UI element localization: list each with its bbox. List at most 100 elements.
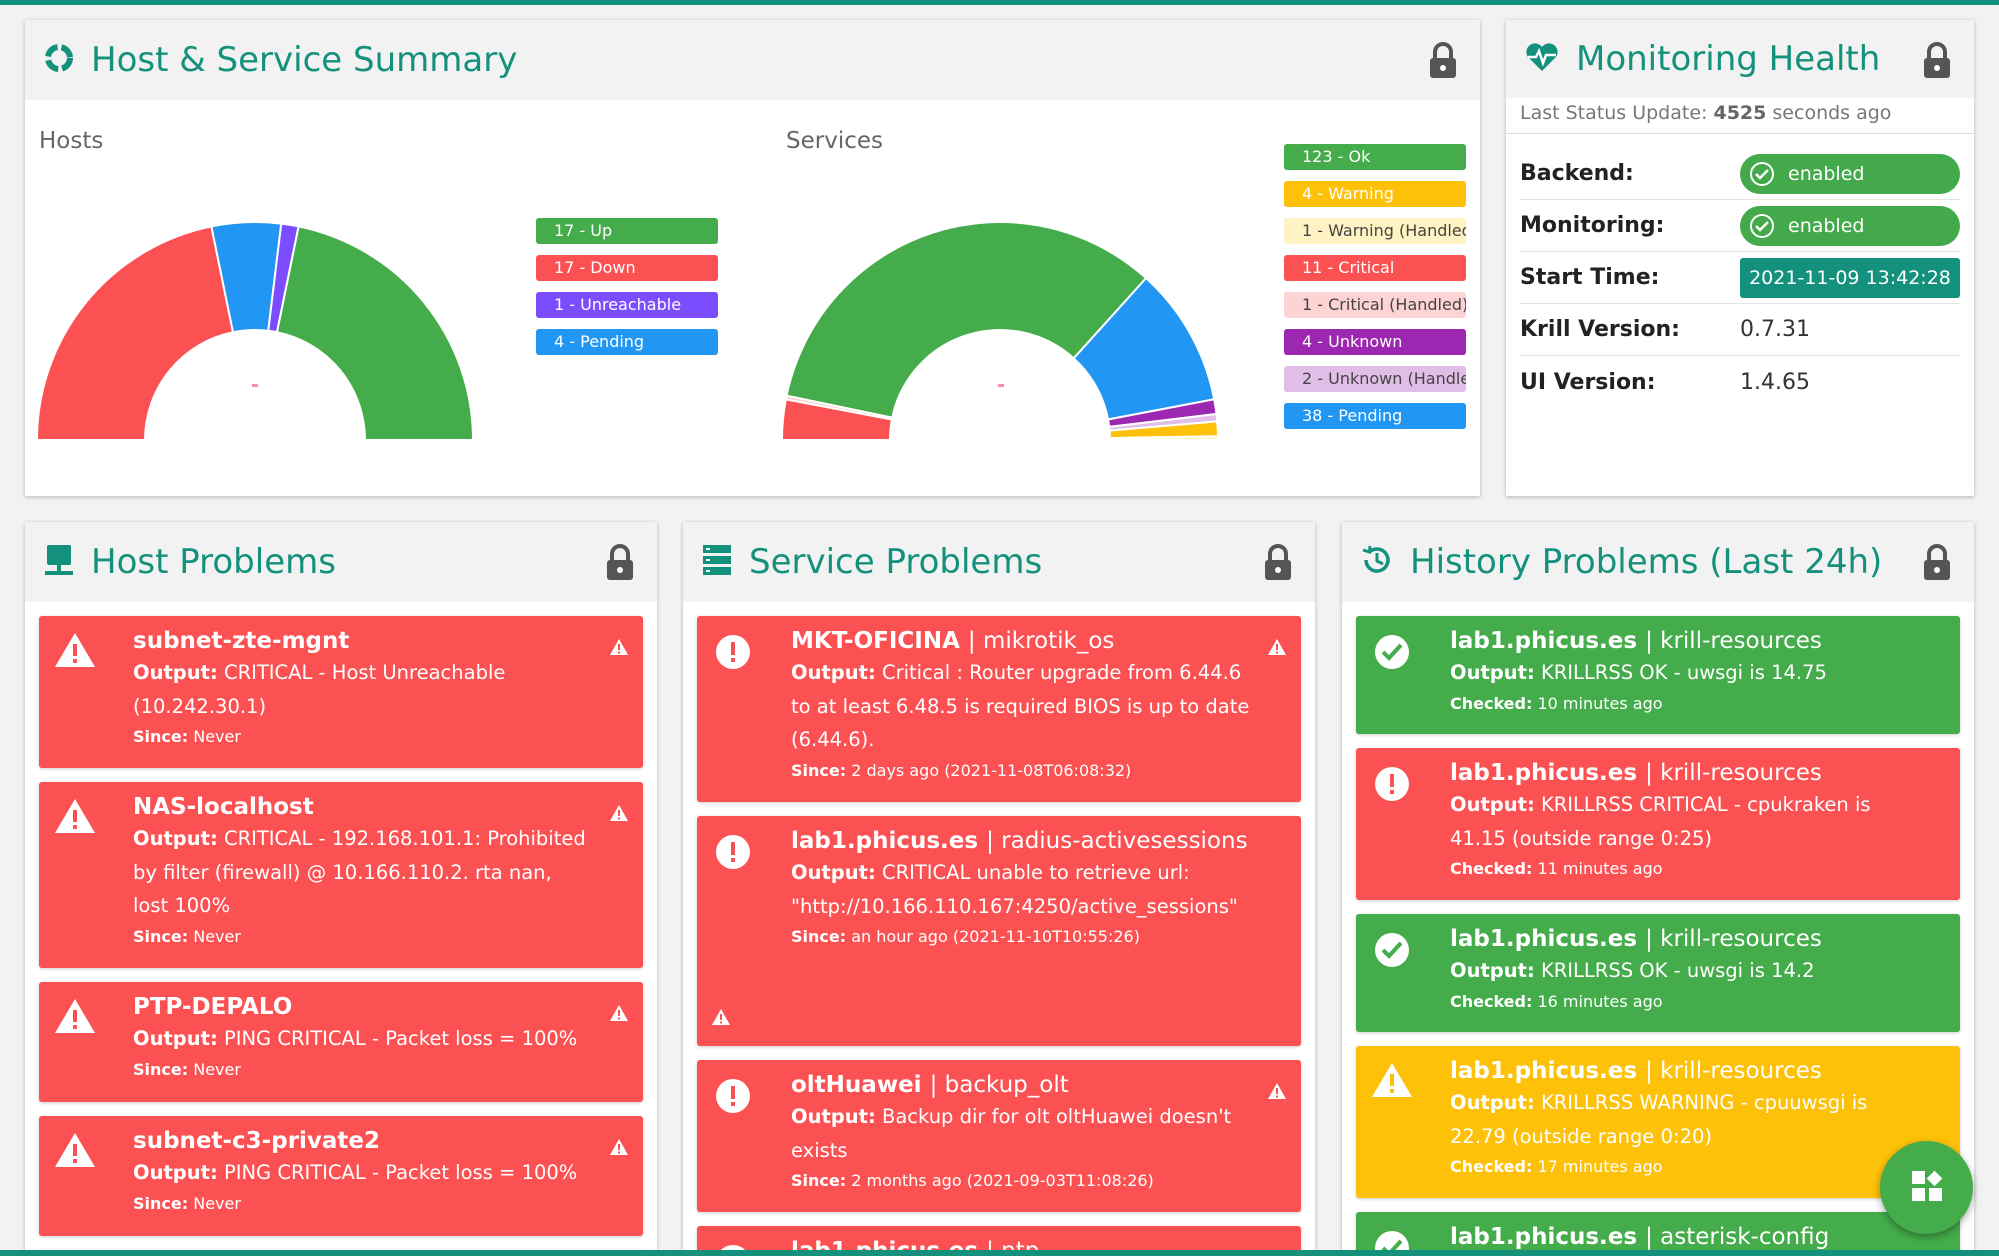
host-problems-panel: Host Problems subnet-zte-mgnt Output: CR… bbox=[25, 522, 657, 1256]
host-problem-card[interactable]: subnet-c3-private2 Output: PING CRITICAL… bbox=[39, 1116, 643, 1236]
legend-item[interactable]: 11 - Critical bbox=[1284, 255, 1466, 281]
problem-since: Since: Never bbox=[133, 727, 241, 746]
service-problems-panel: Service Problems MKT-OFICINA | mikrotik_… bbox=[683, 522, 1315, 1256]
bottom-accent-bar bbox=[0, 1250, 1999, 1256]
health-row-krill-version: Krill Version: 0.7.31 bbox=[1520, 304, 1960, 356]
chart-slice-17-down[interactable] bbox=[35, 225, 235, 441]
legend-item[interactable]: 17 - Up bbox=[536, 218, 718, 244]
problem-checked: Checked: 16 minutes ago bbox=[1450, 991, 1663, 1011]
problem-output: Output: KRILLRSS WARNING - cpuuwsgi is 2… bbox=[1450, 1091, 1868, 1148]
service-problem-card[interactable]: lab1.phicus.es | radius-activesessions O… bbox=[697, 816, 1301, 1046]
health-key: Backend: bbox=[1520, 161, 1634, 186]
problem-output: Output: KRILLRSS OK - uwsgi is 14.2 bbox=[1450, 959, 1815, 982]
lock-icon[interactable] bbox=[605, 544, 635, 586]
status-badge: enabled bbox=[1740, 153, 1960, 194]
health-row-backend: Backend: enabled bbox=[1520, 148, 1960, 200]
health-row-monitoring: Monitoring: enabled bbox=[1520, 200, 1960, 252]
host-problem-card[interactable]: NAS-localhost Output: CRITICAL - 192.168… bbox=[39, 782, 643, 968]
problem-output: Output: Backup dir for olt oltHuawei doe… bbox=[791, 1105, 1232, 1162]
service-name[interactable]: MKT-OFICINA | mikrotik_os bbox=[791, 626, 1251, 656]
health-key: Krill Version: bbox=[1520, 317, 1680, 342]
legend-item[interactable]: 4 - Warning bbox=[1284, 181, 1466, 207]
alert-circle-icon bbox=[711, 830, 755, 878]
service-problems-header: Service Problems bbox=[683, 522, 1315, 602]
service-name[interactable]: lab1.phicus.es | krill-resources bbox=[1450, 1056, 1910, 1086]
lock-icon[interactable] bbox=[1922, 544, 1952, 586]
service-name[interactable]: lab1.phicus.es | krill-resources bbox=[1450, 924, 1910, 954]
server-stack-icon bbox=[701, 543, 733, 581]
service-name[interactable]: oltHuawei | backup_olt bbox=[791, 1070, 1251, 1100]
health-value: 0.7.31 bbox=[1740, 317, 1810, 342]
health-value: 1.4.65 bbox=[1740, 369, 1810, 395]
chart-ring-icon bbox=[43, 42, 75, 78]
problem-since: Since: Never bbox=[133, 926, 241, 946]
legend-item[interactable]: 4 - Pending bbox=[536, 329, 718, 355]
panel-title: Monitoring Health bbox=[1576, 39, 1881, 79]
host-name[interactable]: subnet-c3-private2 bbox=[133, 1126, 593, 1156]
legend-item[interactable]: 1 - Critical (Handled) bbox=[1284, 292, 1466, 318]
panel-title: History Problems (Last 24h) bbox=[1410, 542, 1883, 582]
health-row-ui-version: UI Version: 1.4.65 bbox=[1520, 356, 1960, 408]
small-warning-icon bbox=[609, 804, 629, 826]
host-problems-header: Host Problems bbox=[25, 522, 657, 602]
health-key: Monitoring: bbox=[1520, 213, 1665, 238]
history-card-critical[interactable]: lab1.phicus.es | krill-resources Output:… bbox=[1356, 748, 1960, 900]
health-key: UI Version: bbox=[1520, 369, 1656, 395]
legend-item[interactable]: 1 - Unreachable bbox=[536, 292, 718, 318]
history-problems-panel: History Problems (Last 24h) lab1.phicus.… bbox=[1342, 522, 1974, 1256]
hosts-donut-chart bbox=[35, 221, 475, 441]
health-row-start-time: Start Time: 2021-11-09 13:42:28 bbox=[1520, 252, 1960, 304]
service-name[interactable]: lab1.phicus.es | krill-resources bbox=[1450, 758, 1910, 788]
heartbeat-icon bbox=[1524, 41, 1560, 77]
monitor-icon bbox=[43, 543, 75, 581]
lock-icon[interactable] bbox=[1263, 544, 1293, 586]
check-circle-icon bbox=[1370, 928, 1414, 976]
alert-circle-icon bbox=[1370, 762, 1414, 810]
legend-item[interactable]: 4 - Unknown bbox=[1284, 329, 1466, 355]
problem-output: Output: CRITICAL unable to retrieve url:… bbox=[791, 861, 1238, 918]
widgets-fab-button[interactable] bbox=[1880, 1141, 1973, 1234]
host-problem-card[interactable]: subnet-zte-mgnt Output: CRITICAL - Host … bbox=[39, 616, 643, 768]
chart-slice-123-ok[interactable] bbox=[785, 221, 1148, 419]
problem-checked: Checked: 17 minutes ago bbox=[1450, 1157, 1663, 1176]
host-name[interactable]: PTP-DEPALO bbox=[133, 992, 593, 1022]
warning-icon bbox=[53, 796, 97, 840]
history-icon bbox=[1360, 543, 1394, 581]
service-problem-card[interactable]: MKT-OFICINA | mikrotik_os Output: Critic… bbox=[697, 616, 1301, 802]
warning-icon bbox=[53, 1130, 97, 1174]
problem-output: Output: KRILLRSS CRITICAL - cpukraken is… bbox=[1450, 793, 1871, 850]
summary-header: Host & Service Summary bbox=[25, 20, 1480, 100]
host-name[interactable]: NAS-localhost bbox=[133, 792, 593, 822]
lock-icon[interactable] bbox=[1428, 42, 1458, 84]
summary-panel: Host & Service Summary Hosts Services 17… bbox=[25, 20, 1480, 496]
legend-item[interactable]: 17 - Down bbox=[536, 255, 718, 281]
history-card-warning[interactable]: lab1.phicus.es | krill-resources Output:… bbox=[1356, 1046, 1960, 1198]
history-card-ok[interactable]: lab1.phicus.es | krill-resources Output:… bbox=[1356, 914, 1960, 1032]
small-warning-icon bbox=[609, 1138, 629, 1160]
small-warning-icon bbox=[609, 638, 629, 660]
history-problems-header: History Problems (Last 24h) bbox=[1342, 522, 1974, 602]
legend-item[interactable]: 2 - Unknown (Handled) bbox=[1284, 366, 1466, 392]
history-card-ok[interactable]: lab1.phicus.es | krill-resources Output:… bbox=[1356, 616, 1960, 734]
legend-item[interactable]: 38 - Pending bbox=[1284, 403, 1466, 429]
service-name[interactable]: lab1.phicus.es | radius-activesessions bbox=[791, 826, 1251, 856]
legend-item[interactable]: 1 - Warning (Handled) bbox=[1284, 218, 1466, 244]
lock-icon[interactable] bbox=[1922, 42, 1952, 84]
warning-icon bbox=[53, 996, 97, 1040]
small-warning-icon bbox=[711, 1008, 731, 1030]
problem-output: Output: KRILLRSS OK - uwsgi is 14.75 bbox=[1450, 661, 1827, 684]
top-accent-bar bbox=[0, 0, 1999, 5]
hosts-chart-label: Hosts bbox=[39, 128, 104, 154]
services-chart-label: Services bbox=[786, 128, 883, 154]
problem-output: Output: Critical : Router upgrade from 6… bbox=[791, 661, 1250, 751]
service-problem-card[interactable]: oltHuawei | backup_olt Output: Backup di… bbox=[697, 1060, 1301, 1212]
service-name[interactable]: lab1.phicus.es | asterisk-config bbox=[1450, 1222, 1910, 1252]
host-name[interactable]: subnet-zte-mgnt bbox=[133, 626, 593, 656]
last-status-update: Last Status Update: 4525 seconds ago bbox=[1506, 98, 1974, 134]
small-warning-icon bbox=[609, 1004, 629, 1026]
host-problem-card[interactable]: PTP-DEPALO Output: PING CRITICAL - Packe… bbox=[39, 982, 643, 1102]
panel-title: Host Problems bbox=[91, 542, 336, 582]
legend-item[interactable]: 123 - Ok bbox=[1284, 144, 1466, 170]
service-name[interactable]: lab1.phicus.es | krill-resources bbox=[1450, 626, 1910, 656]
chart-slice-17-up[interactable] bbox=[275, 225, 475, 441]
